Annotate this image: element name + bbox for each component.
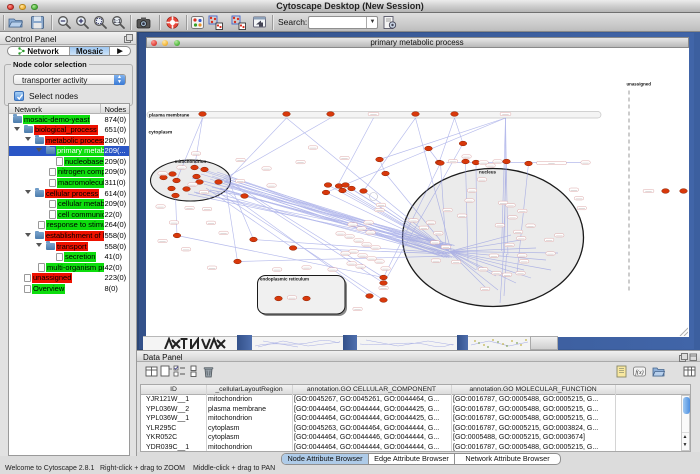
svg-text:f(x): f(x): [635, 369, 643, 376]
svg-text:1:1: 1:1: [113, 19, 120, 25]
svg-text:endoplasmic reticulum: endoplasmic reticulum: [260, 276, 309, 281]
svg-text:mitochondrion: mitochondrion: [174, 159, 206, 164]
svg-text:unassigned: unassigned: [626, 81, 651, 86]
svg-text:nucleus: nucleus: [478, 169, 496, 174]
svg-text:cytoplasm: cytoplasm: [148, 129, 172, 135]
svg-text:plasma membrane: plasma membrane: [149, 112, 190, 117]
